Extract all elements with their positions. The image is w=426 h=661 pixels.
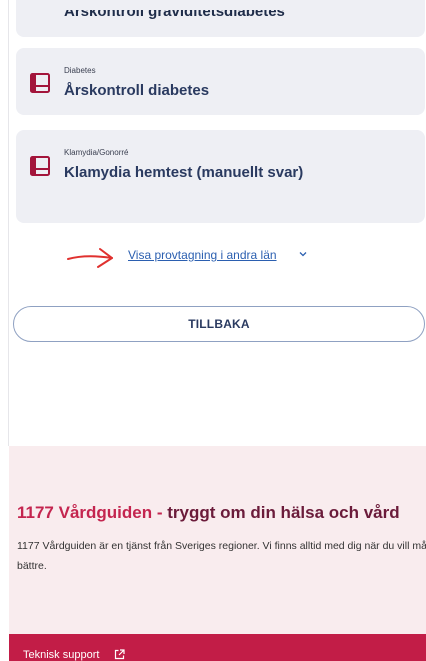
content-border — [8, 0, 9, 446]
footer: 1177 Vårdguiden - tryggt om din hälsa oc… — [9, 446, 426, 634]
red-arrow-icon — [67, 248, 113, 268]
support-bar: Teknisk support — [9, 634, 426, 661]
footer-description: 1177 Vårdguiden är en tjänst från Sverig… — [17, 540, 426, 572]
external-link-icon[interactable] — [114, 649, 125, 660]
footer-tagline: tryggt om din hälsa och vård — [167, 503, 400, 522]
heading-separator: - — [152, 503, 168, 522]
card-category: Diabetes — [64, 66, 96, 75]
test-card-klamydia[interactable]: Klamydia/Gonorré Klamydia hemtest (manue… — [16, 130, 425, 223]
test-card-partial[interactable]: Årskontroll graviditetsdiabetes — [16, 0, 425, 37]
tech-support-link[interactable]: Teknisk support — [23, 649, 99, 661]
document-icon — [30, 156, 50, 176]
card-title: Klamydia hemtest (manuellt svar) — [64, 164, 304, 181]
brand-name: 1177 Vårdguiden — [17, 503, 153, 522]
back-button[interactable]: TILLBAKA — [13, 306, 425, 342]
card-title: Årskontroll diabetes — [64, 82, 210, 99]
show-other-regions-link[interactable]: Visa provtagning i andra län — [128, 248, 277, 262]
test-card-diabetes[interactable]: Diabetes Årskontroll diabetes — [16, 48, 425, 115]
card-title: Årskontroll graviditetsdiabetes — [64, 3, 285, 20]
card-category: Klamydia/Gonorré — [64, 148, 129, 157]
footer-heading: 1177 Vårdguiden - tryggt om din hälsa oc… — [17, 503, 400, 523]
page: Årskontroll graviditetsdiabetes Diabetes… — [0, 0, 426, 661]
document-icon — [30, 73, 50, 93]
chevron-down-icon[interactable] — [298, 249, 308, 259]
